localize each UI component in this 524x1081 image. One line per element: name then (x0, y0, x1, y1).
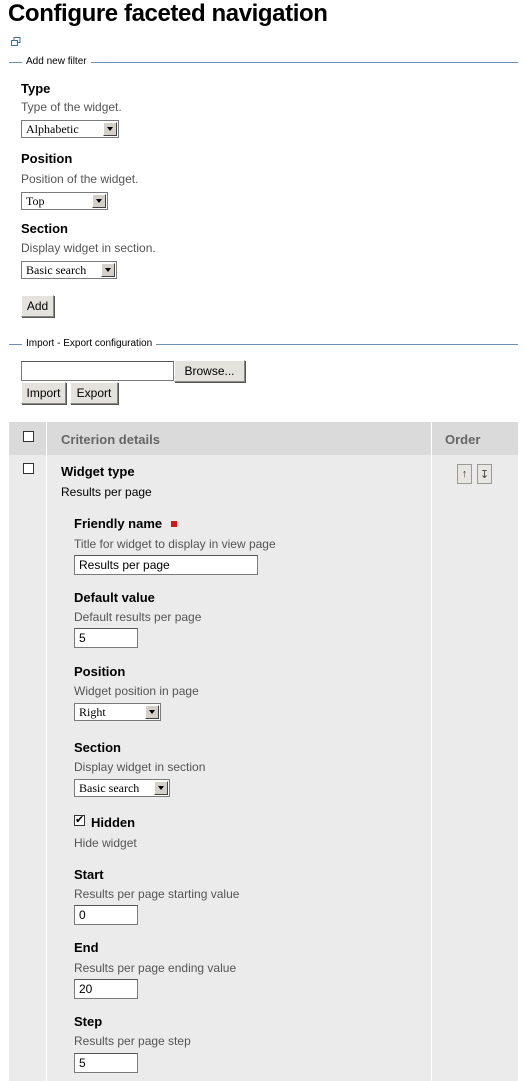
column-divider (46, 422, 47, 1081)
friendly-name-label: Friendly name (74, 516, 163, 531)
end-input[interactable]: 20 (74, 979, 138, 999)
chevron-down-icon[interactable] (101, 263, 115, 277)
position-label: Position (21, 151, 73, 166)
section-help: Display widget in section. (21, 241, 156, 255)
end-label: End (74, 940, 99, 955)
type-select-value: Alphabetic (26, 122, 79, 136)
position-select[interactable]: Top (21, 192, 108, 210)
external-window-icon[interactable] (11, 37, 21, 47)
arrow-up-icon: ↑ (461, 468, 468, 480)
chevron-down-icon[interactable] (92, 194, 106, 208)
step-label: Step (74, 1014, 103, 1029)
widget-position-select[interactable]: Right (74, 703, 161, 721)
criteria-table: Criterion details Order Widget type Resu… (9, 422, 518, 1081)
page-title: Configure faceted navigation (8, 0, 328, 27)
move-down-button[interactable]: ↧ (477, 464, 492, 484)
position-help: Position of the widget. (21, 172, 139, 186)
hidden-label: Hidden (91, 815, 136, 830)
browse-button[interactable]: Browse... (174, 360, 245, 382)
widget-position-help: Widget position in page (74, 684, 199, 698)
section-select-value: Basic search (26, 263, 87, 277)
type-label: Type (21, 81, 51, 96)
add-button[interactable]: Add (21, 295, 54, 317)
row-checkbox[interactable] (23, 463, 34, 474)
default-value-help: Default results per page (74, 610, 202, 624)
move-up-button[interactable]: ↑ (457, 464, 472, 484)
widget-section-select-value: Basic search (79, 781, 140, 795)
hidden-checkbox[interactable]: ✔ (74, 814, 85, 826)
widget-position-label: Position (74, 664, 126, 679)
hidden-help: Hide widget (74, 836, 137, 850)
default-value-input[interactable]: 5 (74, 628, 138, 648)
type-help: Type of the widget. (21, 100, 122, 114)
export-button[interactable]: Export (70, 382, 118, 404)
chevron-down-icon[interactable] (145, 705, 159, 719)
file-path-input[interactable] (21, 361, 174, 381)
step-help: Results per page step (74, 1034, 191, 1048)
import-export-legend: Import - Export configuration (22, 338, 157, 349)
end-help: Results per page ending value (74, 961, 237, 975)
type-select[interactable]: Alphabetic (21, 120, 119, 138)
required-marker-icon (171, 521, 177, 527)
widget-position-select-value: Right (79, 705, 106, 719)
section-label: Section (21, 221, 68, 236)
widget-section-help: Display widget in section (74, 760, 206, 774)
header-order: Order (445, 432, 481, 447)
header-criterion-details: Criterion details (61, 432, 160, 447)
position-select-value: Top (26, 194, 45, 208)
section-select[interactable]: Basic search (21, 261, 117, 279)
widget-section-select[interactable]: Basic search (74, 779, 170, 797)
add-filter-legend: Add new filter (22, 56, 91, 67)
start-input[interactable]: 0 (74, 905, 138, 925)
checkmark-icon: ✔ (75, 814, 85, 826)
chevron-down-icon[interactable] (154, 781, 168, 795)
import-button[interactable]: Import (21, 382, 66, 404)
default-value-label: Default value (74, 590, 155, 605)
start-label: Start (74, 867, 104, 882)
arrow-down-icon: ↧ (479, 468, 490, 481)
step-input[interactable]: 5 (74, 1053, 138, 1073)
friendly-name-input[interactable]: Results per page (74, 555, 258, 575)
chevron-down-icon[interactable] (103, 122, 117, 136)
widget-type-value: Results per page (61, 485, 152, 499)
select-all-checkbox[interactable] (23, 431, 34, 442)
friendly-name-help: Title for widget to display in view page (74, 537, 276, 551)
start-help: Results per page starting value (74, 887, 240, 901)
widget-type-label: Widget type (61, 464, 135, 479)
widget-section-label: Section (74, 740, 121, 755)
column-divider (431, 422, 432, 1081)
